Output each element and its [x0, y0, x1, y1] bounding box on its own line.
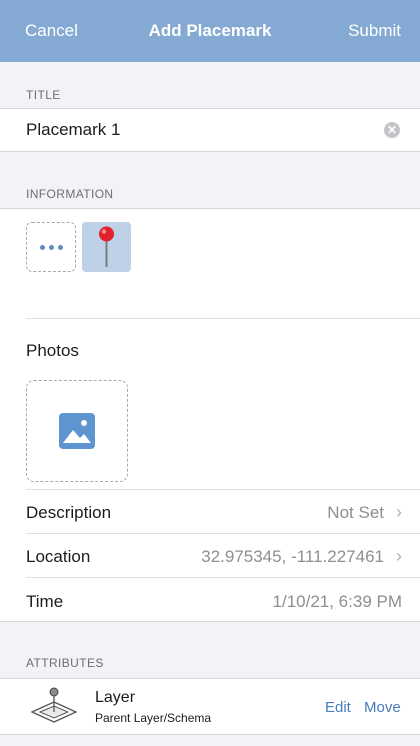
- description-value[interactable]: Not Set: [327, 503, 384, 523]
- more-icons-button[interactable]: [26, 222, 76, 272]
- location-label: Location: [26, 547, 91, 566]
- time-value[interactable]: 1/10/21, 6:39 PM: [273, 592, 402, 612]
- clear-icon[interactable]: ✕: [384, 122, 400, 138]
- divider: [0, 108, 420, 109]
- description-label: Description: [26, 503, 112, 522]
- time-label: Time: [26, 592, 64, 611]
- image-icon: [59, 413, 95, 449]
- divider: [0, 734, 420, 735]
- divider: [26, 533, 420, 534]
- red-pin-icon: [99, 226, 114, 267]
- navigation-bar: Cancel Submit: [0, 0, 420, 62]
- divider: [0, 621, 420, 622]
- information-section-header: INFORMATION: [26, 187, 114, 201]
- title-input[interactable]: Placemark 1: [26, 120, 120, 140]
- location-value[interactable]: 32.975345, -111.227461: [201, 547, 384, 567]
- layer-icon: [30, 687, 78, 723]
- move-button[interactable]: Move: [364, 699, 401, 716]
- selected-icon-tile[interactable]: [82, 222, 131, 272]
- divider: [26, 489, 420, 490]
- chevron-right-icon[interactable]: ›: [396, 502, 402, 523]
- divider: [0, 208, 420, 209]
- submit-button[interactable]: Submit: [348, 21, 401, 41]
- ellipsis-icon-dot: [57, 244, 63, 250]
- cancel-button[interactable]: Cancel: [25, 21, 78, 41]
- edit-button[interactable]: Edit: [325, 699, 351, 716]
- ellipsis-icon-dot: [48, 244, 54, 250]
- divider: [26, 318, 420, 319]
- divider: [0, 151, 420, 152]
- title-section-header: TITLE: [26, 88, 61, 102]
- photos-label: Photos: [26, 341, 79, 360]
- layer-path: Parent Layer/Schema: [95, 711, 212, 725]
- layer-name: Layer: [95, 689, 136, 706]
- chevron-right-icon[interactable]: ›: [396, 546, 402, 567]
- attributes-section-header: ATTRIBUTES: [26, 656, 104, 670]
- add-photo-button[interactable]: [26, 380, 128, 482]
- divider: [0, 678, 420, 679]
- ellipsis-icon: [39, 244, 45, 250]
- divider: [26, 577, 420, 578]
